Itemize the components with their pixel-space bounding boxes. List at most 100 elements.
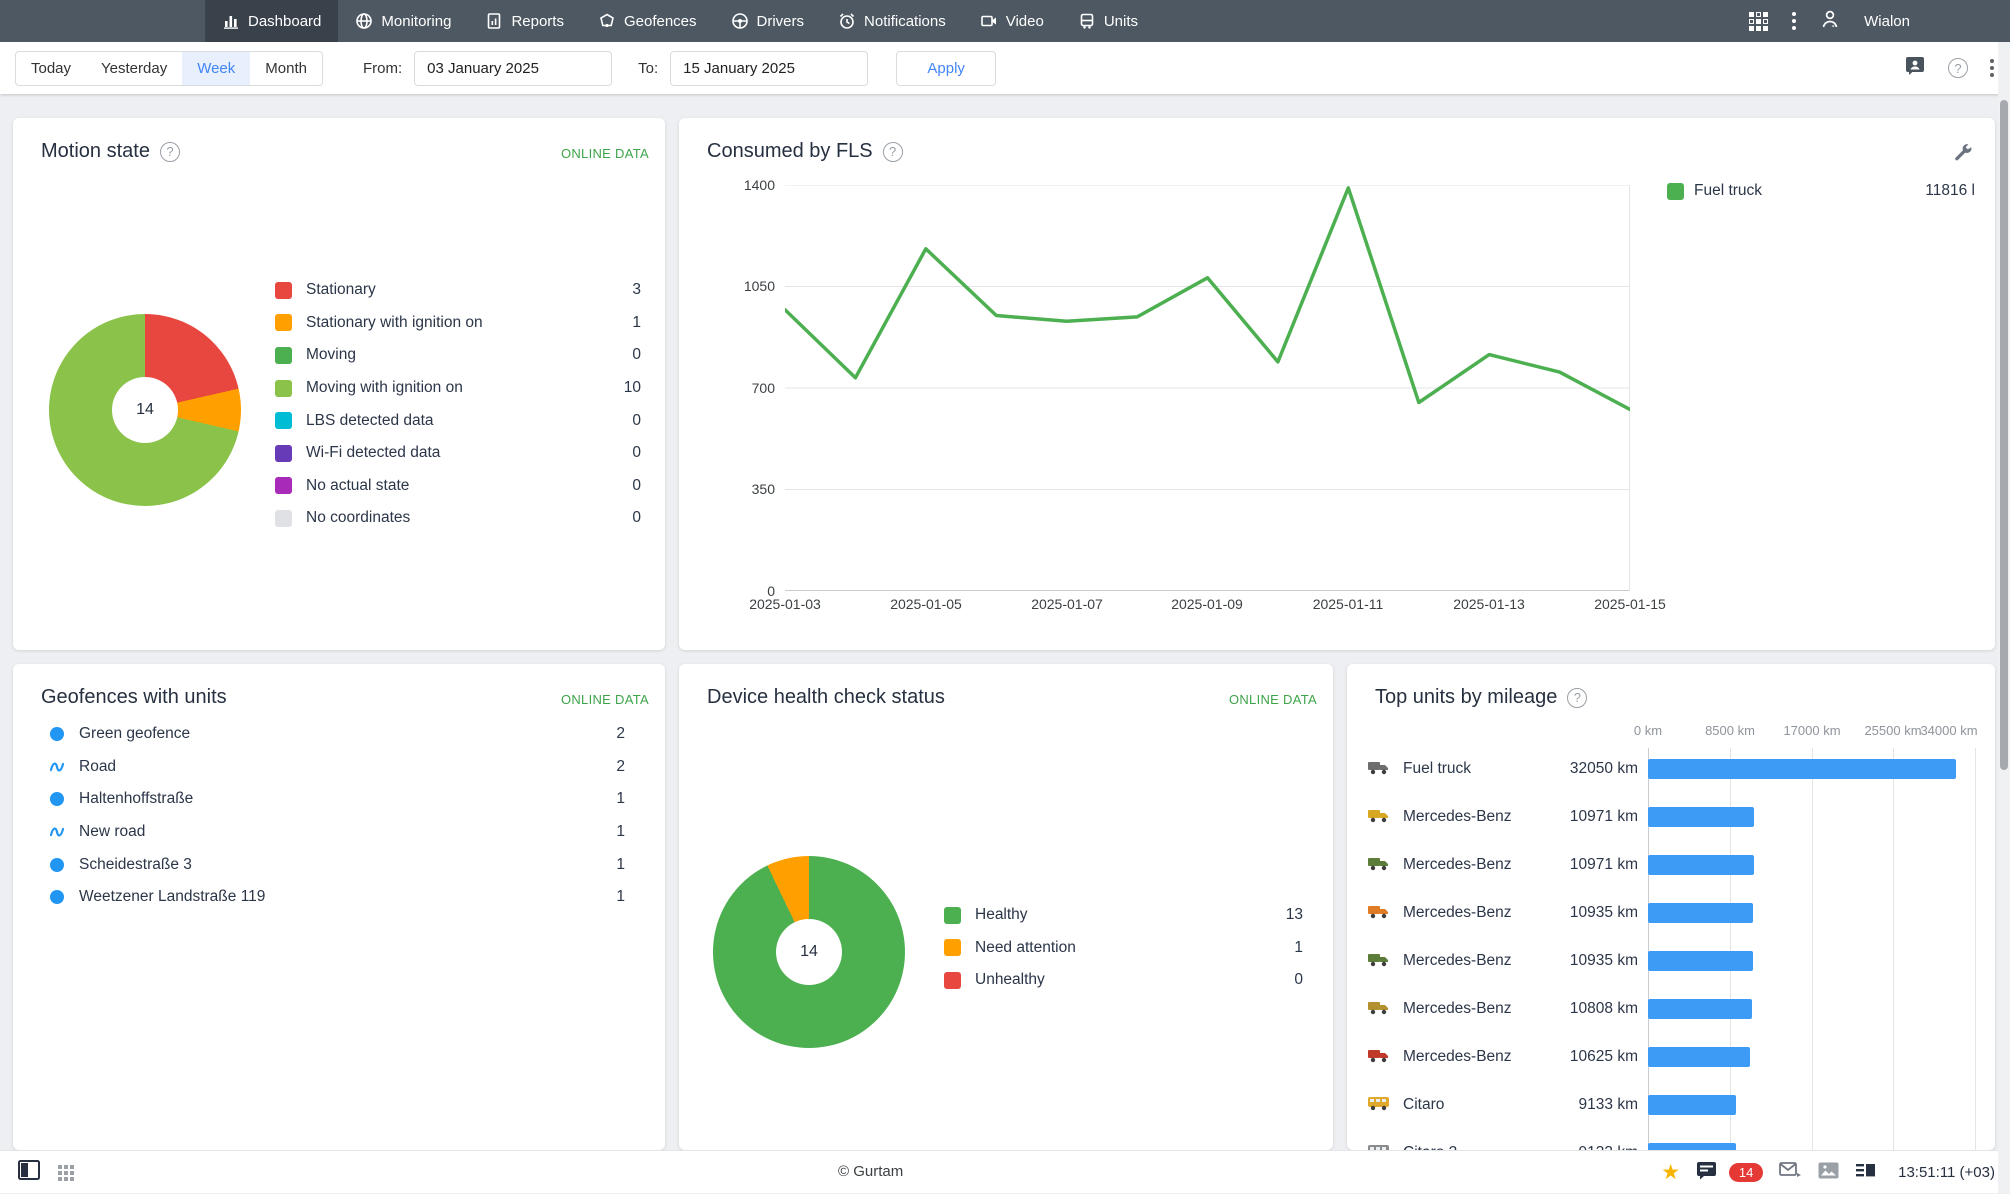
mileage-bar: [1648, 807, 1754, 827]
geofence-row[interactable]: Green geofence 2: [49, 718, 625, 751]
preset-month[interactable]: Month: [250, 52, 322, 85]
legend-swatch: [944, 971, 961, 989]
help-icon[interactable]: ?: [159, 141, 180, 162]
motion-pie-chart[interactable]: 14: [49, 314, 241, 506]
nav-item-dashboard[interactable]: Dashboard: [205, 0, 339, 42]
favorites-star-icon[interactable]: ★: [1661, 1162, 1680, 1183]
dashboard-icon: [222, 12, 240, 30]
nav-item-reports[interactable]: Reports: [468, 0, 581, 42]
preset-yesterday[interactable]: Yesterday: [86, 52, 182, 85]
top-navbar: Dashboard Monitoring Reports Geofences D…: [0, 0, 2010, 42]
nav-item-drivers[interactable]: Drivers: [714, 0, 822, 42]
preset-week[interactable]: Week: [182, 51, 251, 85]
help-icon[interactable]: ?: [1567, 687, 1588, 708]
filter-kebab-menu-icon[interactable]: [1990, 59, 1994, 77]
panel-title: Device health check status: [707, 686, 945, 708]
geofence-polygon-icon: [49, 791, 65, 807]
geofence-line-icon: [49, 759, 65, 775]
fls-line-chart[interactable]: [783, 184, 1632, 591]
nav-item-units[interactable]: Units: [1061, 0, 1155, 42]
mileage-row[interactable]: Mercedes-Benz 10625 km: [1367, 1033, 1975, 1081]
video-icon: [980, 12, 998, 30]
mileage-row[interactable]: Mercedes-Benz 10935 km: [1367, 937, 1975, 985]
geofence-polygon-icon: [49, 889, 65, 905]
nav-item-monitoring[interactable]: Monitoring: [338, 0, 468, 42]
mileage-bar: [1648, 1047, 1750, 1067]
truck-icon: [1367, 855, 1393, 876]
legend-item: Need attention 1: [944, 932, 1303, 965]
online-data-badge: ONLINE DATA: [1228, 692, 1317, 707]
panel-title: Top units by mileage ?: [1375, 686, 1588, 709]
help-icon[interactable]: ?: [1948, 58, 1968, 78]
truck-icon: [1367, 999, 1393, 1020]
account-name[interactable]: Wialon: [1864, 13, 1910, 30]
x-tick: 2025-01-03: [749, 596, 821, 612]
legend-swatch: [1667, 182, 1684, 200]
nav-tabs: Dashboard Monitoring Reports Geofences D…: [205, 0, 1155, 42]
legend-swatch: [275, 346, 292, 364]
settings-wrench-icon[interactable]: [1953, 142, 1973, 167]
apps-grid-icon[interactable]: [1749, 11, 1769, 31]
scrollbar-thumb[interactable]: [2000, 100, 2008, 770]
geofence-row[interactable]: Weetzener Landstraße 119 1: [49, 881, 625, 914]
nav-item-geofences[interactable]: Geofences: [581, 0, 714, 42]
axis-tick: 17000 km: [1783, 723, 1841, 738]
messages-icon[interactable]: [1696, 1161, 1717, 1185]
device-health-panel: Device health check status ONLINE DATA 1…: [679, 664, 1333, 1150]
geofence-polygon-icon: [49, 857, 65, 873]
unit-truck-icon: [1078, 12, 1096, 30]
mileage-row[interactable]: Mercedes-Benz 10935 km: [1367, 889, 1975, 937]
truck-icon: [1367, 951, 1393, 972]
nav-item-notifications[interactable]: Notifications: [821, 0, 963, 42]
from-label: From:: [362, 59, 403, 77]
legend-swatch: [944, 906, 961, 924]
mileage-row[interactable]: Mercedes-Benz 10808 km: [1367, 985, 1975, 1033]
legend-item: Wi-Fi detected data 0: [275, 437, 641, 470]
help-icon[interactable]: ?: [882, 141, 903, 162]
y-tick: 1400: [743, 177, 775, 193]
preset-today[interactable]: Today: [16, 52, 86, 85]
panel-title: Consumed by FLS ?: [707, 140, 903, 163]
y-tick: 350: [751, 481, 775, 497]
geofence-icon: [598, 12, 616, 30]
clock-time: 13:51:11 (+03): [1898, 1164, 1995, 1181]
mileage-row[interactable]: Fuel truck 32050 km: [1367, 745, 1975, 793]
apps-grid-icon[interactable]: [58, 1164, 74, 1181]
globe-icon: [355, 12, 373, 30]
table-icon[interactable]: [1855, 1162, 1876, 1184]
legend-swatch: [275, 509, 292, 527]
legend-item: No actual state 0: [275, 470, 641, 503]
alarm-clock-icon: [838, 12, 856, 30]
to-date-input[interactable]: [670, 50, 869, 86]
apply-button[interactable]: Apply: [896, 50, 997, 86]
messages-count-badge[interactable]: 14: [1729, 1163, 1764, 1182]
geofence-row[interactable]: New road 1: [49, 816, 625, 849]
mileage-row[interactable]: Citaro 9133 km: [1367, 1081, 1975, 1129]
panel-title: Motion state ?: [41, 140, 180, 163]
nav-item-video[interactable]: Video: [963, 0, 1061, 42]
mileage-row[interactable]: Mercedes-Benz 10971 km: [1367, 793, 1975, 841]
image-icon[interactable]: [1818, 1162, 1839, 1184]
nav-label: Notifications: [864, 12, 946, 30]
geofence-row[interactable]: Haltenhoffstraße 1: [49, 783, 625, 816]
user-icon[interactable]: [1820, 9, 1840, 34]
health-pie-chart[interactable]: 14: [713, 856, 905, 1048]
contact-support-icon[interactable]: [1904, 55, 1926, 82]
nav-kebab-menu-icon[interactable]: [1792, 12, 1797, 30]
geofence-row[interactable]: Road 2: [49, 751, 625, 784]
truck-icon: [1367, 903, 1393, 924]
mileage-bar: [1648, 903, 1753, 923]
legend-item: Stationary 3: [275, 274, 641, 307]
consumed-by-fls-panel: Consumed by FLS ? 1400 1050 700 350 0 20…: [679, 118, 1995, 650]
geofence-polygon-icon: [49, 726, 65, 742]
axis-tick: 0 km: [1633, 723, 1663, 738]
geofence-row[interactable]: Scheidestraße 3 1: [49, 848, 625, 881]
vertical-scrollbar[interactable]: [1998, 42, 2010, 1193]
bus-icon: [1367, 1143, 1393, 1150]
from-date-input[interactable]: [414, 50, 613, 86]
mileage-row[interactable]: Citaro 2 9133 km: [1367, 1129, 1975, 1150]
toggle-left-panel-icon[interactable]: [18, 1160, 40, 1185]
legend-item: No coordinates 0: [275, 502, 641, 535]
mail-icon[interactable]: [1779, 1161, 1802, 1184]
mileage-row[interactable]: Mercedes-Benz 10971 km: [1367, 841, 1975, 889]
